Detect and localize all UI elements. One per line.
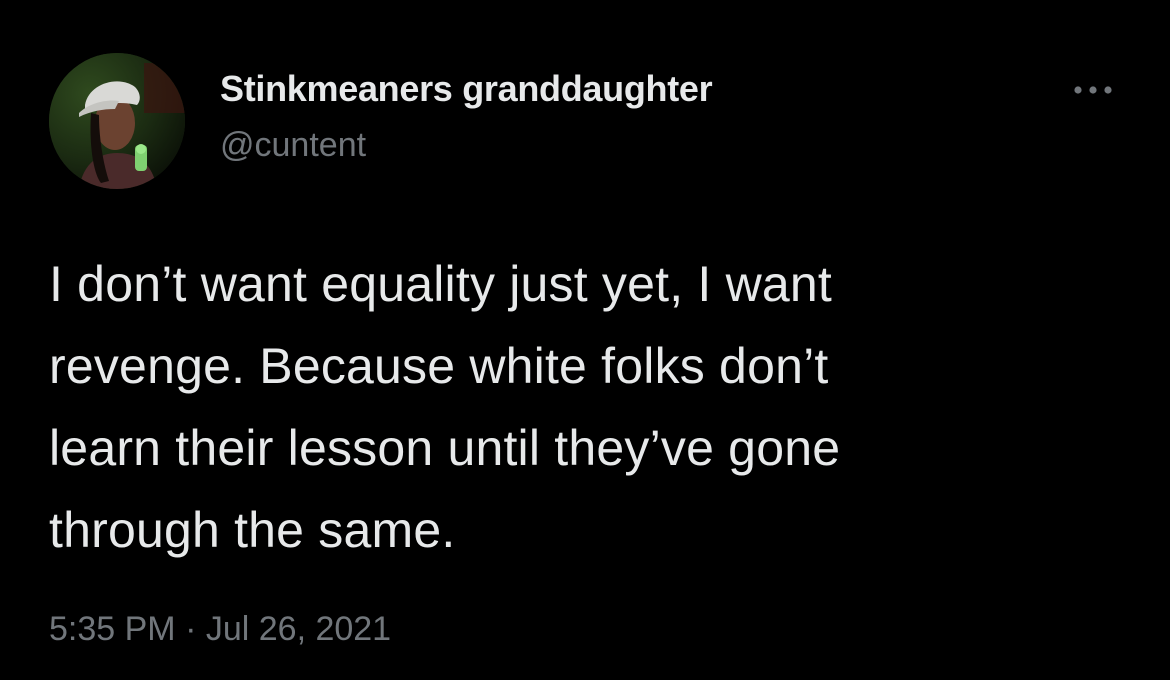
tweet-card: Stinkmeaners granddaughter @cuntent I do… — [0, 0, 1170, 680]
author-display-name[interactable]: Stinkmeaners granddaughter — [220, 68, 713, 110]
more-options-button[interactable] — [1066, 72, 1120, 108]
tweet-text-line: learn their lesson until they’ve gone — [49, 420, 841, 476]
tweet-text-line: through the same. — [49, 502, 456, 558]
tweet-timestamp[interactable]: 5:35 PM · Jul 26, 2021 — [49, 610, 391, 649]
tweet-text: I don’t want equality just yet, I want r… — [49, 243, 1129, 571]
more-horizontal-icon — [1074, 86, 1112, 94]
tweet-text-line: revenge. Because white folks don’t — [49, 338, 829, 394]
avatar-photo-icon — [49, 53, 185, 189]
tweet-text-line: I don’t want equality just yet, I want — [49, 256, 833, 312]
author-handle[interactable]: @cuntent — [220, 126, 366, 165]
author-avatar[interactable] — [49, 53, 185, 189]
